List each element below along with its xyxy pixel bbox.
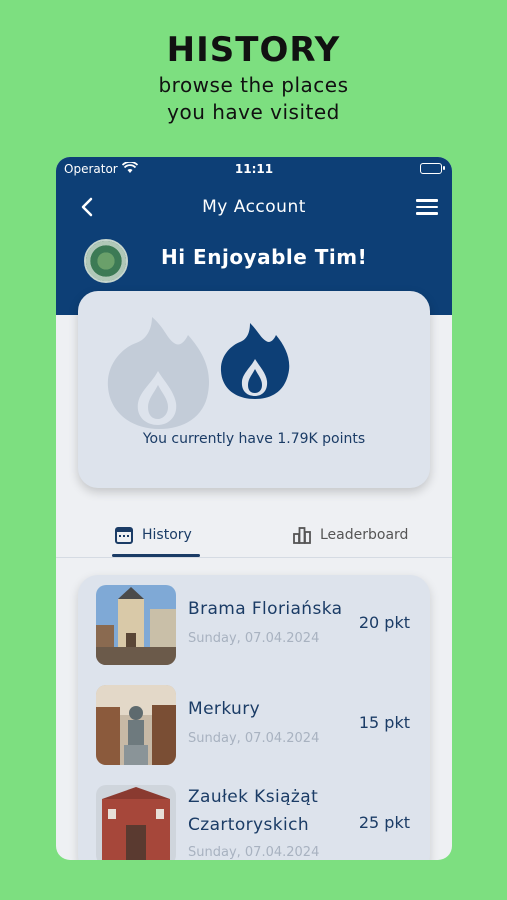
clock: 11:11	[234, 162, 274, 176]
phone-screen: Operator 11:11 My Account Hi Enjoyable T…	[56, 157, 452, 860]
points-card: You currently have 1.79K points	[78, 291, 430, 488]
promo-subtitle-line1: browse the places	[158, 73, 349, 97]
points-summary: You currently have 1.79K points	[142, 431, 366, 447]
tab-history-label: History	[142, 527, 192, 543]
history-list: Brama Floriańska Sunday, 07.04.2024 20 p…	[78, 575, 430, 860]
place-points: 25 pkt	[358, 813, 410, 832]
place-name: Merkury	[188, 699, 261, 719]
history-item[interactable]: Brama Floriańska Sunday, 07.04.2024 20 p…	[78, 585, 430, 675]
greeting-text: Hi Enjoyable Tim!	[161, 245, 368, 269]
history-item[interactable]: Zaułek Książąt Czartoryskich Sunday, 07.…	[78, 785, 430, 860]
visit-date: Sunday, 07.04.2024	[188, 845, 320, 860]
place-name: Brama Floriańska	[188, 599, 343, 619]
bar-chart-icon	[293, 527, 311, 544]
battery-icon	[420, 163, 445, 174]
avatar[interactable]	[84, 239, 128, 283]
flame-icon-large	[107, 317, 210, 429]
flame-icon	[220, 323, 290, 399]
hamburger-menu-icon[interactable]	[416, 199, 438, 217]
place-thumbnail	[96, 685, 176, 765]
place-name: Zaułek Książąt	[188, 787, 319, 807]
tab-leaderboard[interactable]: Leaderboard	[292, 517, 408, 553]
place-thumbnail	[96, 585, 176, 665]
tab-bar: History Leaderboard	[56, 512, 452, 558]
tab-history[interactable]: History	[114, 517, 192, 553]
visit-date: Sunday, 07.04.2024	[188, 631, 320, 646]
tab-leaderboard-label: Leaderboard	[320, 527, 409, 543]
page-title: My Account	[202, 197, 306, 217]
place-thumbnail	[96, 785, 176, 860]
place-points: 15 pkt	[358, 713, 410, 732]
place-points: 20 pkt	[358, 613, 410, 632]
visit-date: Sunday, 07.04.2024	[188, 731, 320, 746]
history-item[interactable]: Merkury Sunday, 07.04.2024 15 pkt	[78, 685, 430, 775]
active-tab-indicator	[112, 554, 200, 557]
place-name-line2: Czartoryskich	[188, 815, 310, 835]
calendar-icon	[115, 527, 133, 544]
status-bar: Operator 11:11	[56, 160, 452, 180]
promo-subtitle: browse the places you have visited	[0, 72, 507, 126]
promo-subtitle-line2: you have visited	[167, 100, 340, 124]
promo-title: HISTORY	[166, 30, 341, 70]
